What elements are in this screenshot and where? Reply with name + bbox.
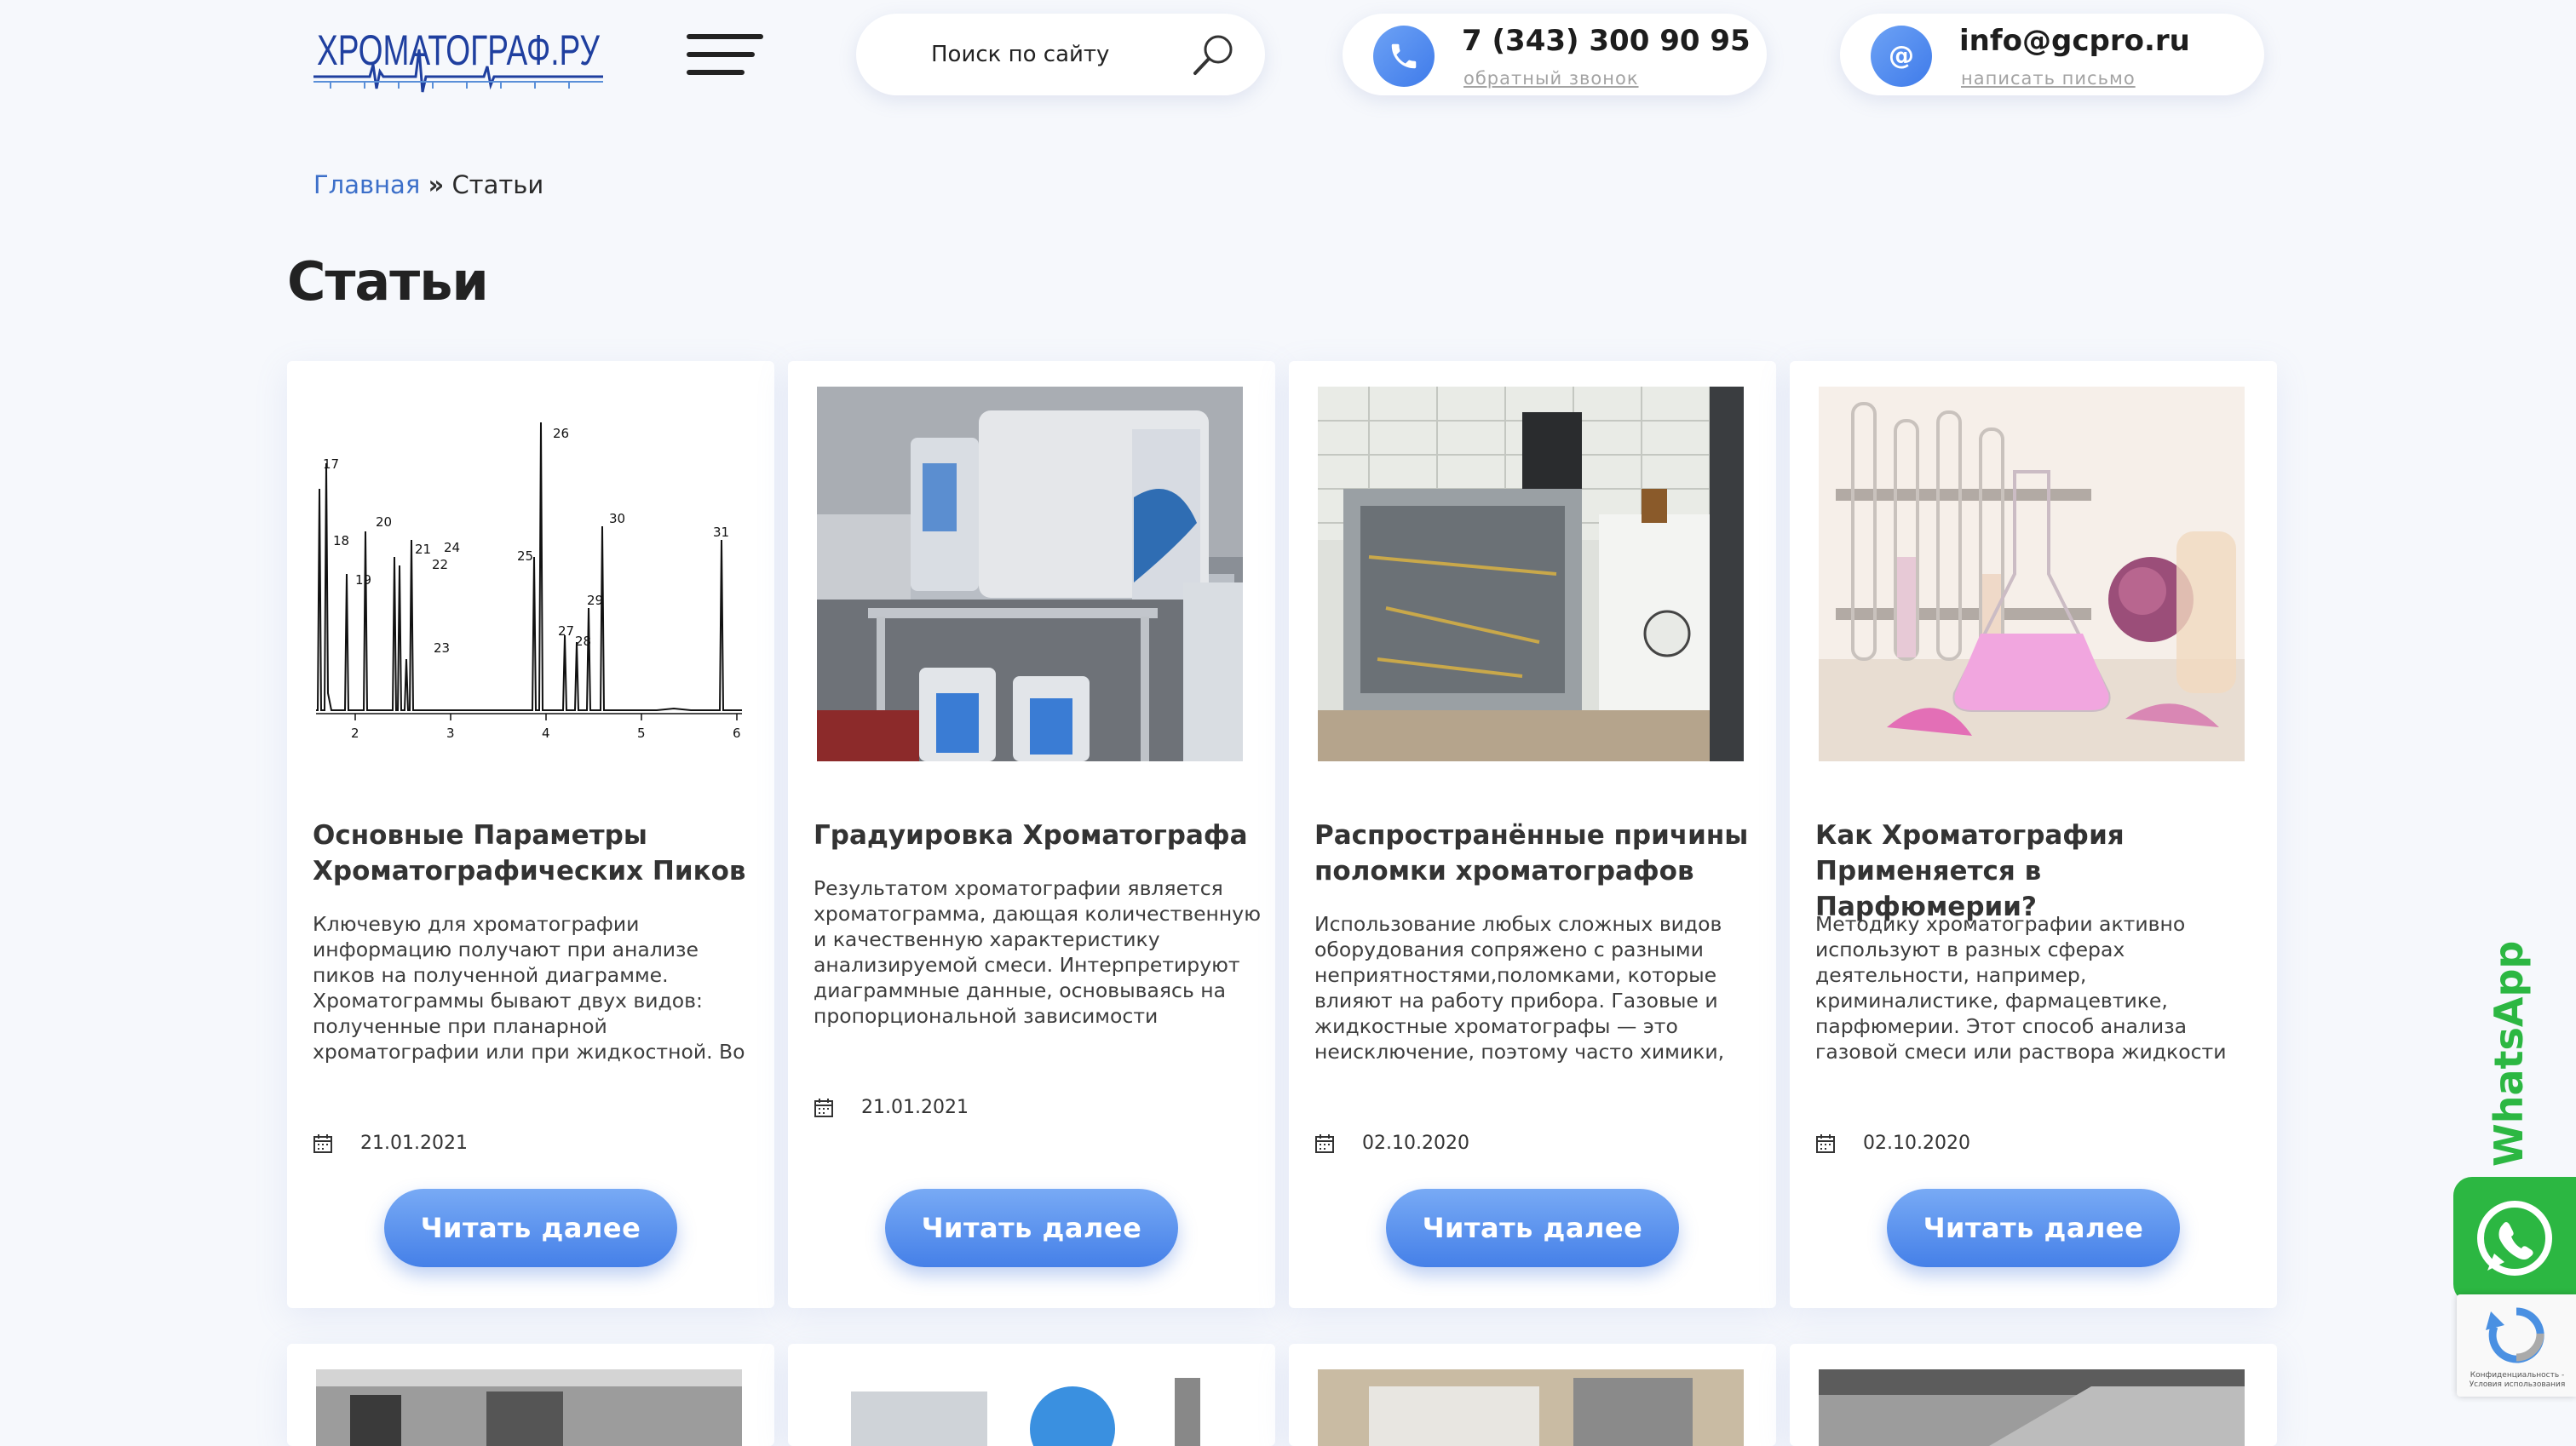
- svg-text:ХРОМАТОГРАФ.РУ: ХРОМАТОГРАФ.РУ: [317, 26, 600, 74]
- article-date-text: 21.01.2021: [861, 1097, 969, 1118]
- article-excerpt: Методику хроматографии активно использую…: [1815, 912, 2261, 1066]
- email-address[interactable]: info@gcpro.ru: [1959, 24, 2190, 58]
- calendar-icon: [814, 1098, 833, 1117]
- burger-line: [687, 34, 763, 39]
- peak-label: 28: [575, 634, 591, 649]
- breadcrumb-current: Статьи: [451, 170, 544, 199]
- article-date: 21.01.2021: [814, 1097, 969, 1118]
- peak-label: 23: [434, 640, 450, 656]
- breadcrumb-separator: »: [428, 170, 445, 199]
- article-excerpt: Ключевую для хроматографии информацию по…: [313, 912, 745, 1066]
- whatsapp-label[interactable]: WhatsApp: [2486, 941, 2532, 1167]
- article-title[interactable]: Распространённые причины поломки хромато…: [1314, 818, 1757, 889]
- site-logo[interactable]: ХРОМАТОГРАФ.РУ: [313, 15, 603, 97]
- recaptcha-terms[interactable]: Конфиденциальность - Условия использован…: [2462, 1371, 2573, 1390]
- x-tick-label: 4: [542, 726, 550, 741]
- phone-number[interactable]: 7 (343) 300 90 95: [1462, 24, 1751, 58]
- calendar-icon: [1816, 1133, 1835, 1153]
- email-contact[interactable]: @ info@gcpro.ru написать письмо: [1840, 14, 2264, 95]
- read-more-button[interactable]: Читать далее: [1887, 1189, 2180, 1267]
- callback-link[interactable]: обратный звонок: [1463, 68, 1639, 89]
- peak-label: 22: [432, 557, 448, 572]
- phone-icon: [1373, 26, 1435, 87]
- menu-burger-button[interactable]: [687, 34, 763, 77]
- at-sign-icon: @: [1871, 26, 1932, 87]
- breadcrumb: Главная » Статьи: [313, 170, 543, 199]
- burger-line: [687, 70, 745, 75]
- article-card: Распространённые причины поломки хромато…: [1289, 361, 1776, 1308]
- phone-contact[interactable]: 7 (343) 300 90 95 обратный звонок: [1343, 14, 1767, 95]
- article-image[interactable]: [316, 1369, 742, 1446]
- article-card: [287, 1344, 774, 1446]
- read-more-button[interactable]: Читать далее: [384, 1189, 677, 1267]
- peak-label: 31: [713, 525, 729, 540]
- article-date-text: 02.10.2020: [1863, 1133, 1970, 1154]
- article-card: [1289, 1344, 1776, 1446]
- recaptcha-icon: [2486, 1307, 2544, 1363]
- x-tick-label: 3: [446, 726, 455, 741]
- article-card: [788, 1344, 1275, 1446]
- page-title: Статьи: [287, 250, 489, 313]
- article-excerpt: Использование любых сложных видов оборуд…: [1314, 912, 1759, 1066]
- article-card: Градуировка Хроматографа Результатом хро…: [788, 361, 1275, 1308]
- peak-label: 18: [333, 533, 349, 548]
- calendar-icon: [1315, 1133, 1334, 1153]
- article-date: 21.01.2021: [313, 1133, 468, 1154]
- peak-label: 21: [415, 542, 431, 557]
- article-date-text: 21.01.2021: [360, 1133, 468, 1154]
- article-card: 17 18 19 20 21 22 23 24 25 26 27 28 29 3…: [287, 361, 774, 1308]
- peak-label: 25: [517, 548, 533, 564]
- article-image[interactable]: [1318, 1369, 1744, 1446]
- x-tick-label: 6: [733, 726, 741, 741]
- article-image[interactable]: [1819, 1369, 2245, 1446]
- whatsapp-button[interactable]: [2453, 1177, 2576, 1303]
- search-input[interactable]: Поиск по сайту: [931, 14, 1109, 95]
- peak-label: 29: [587, 593, 603, 608]
- article-title[interactable]: Градуировка Хроматографа: [814, 818, 1256, 853]
- peak-label: 27: [558, 623, 574, 639]
- article-date: 02.10.2020: [1815, 1133, 1970, 1154]
- peak-label: 17: [323, 456, 339, 472]
- article-date-text: 02.10.2020: [1362, 1133, 1469, 1154]
- peak-label: 20: [376, 514, 392, 530]
- read-more-button[interactable]: Читать далее: [1386, 1189, 1679, 1267]
- article-card: [1790, 1344, 2277, 1446]
- chromatograph-photo[interactable]: [817, 387, 1243, 761]
- x-tick-label: 2: [351, 726, 359, 741]
- article-card: Как Хроматография Применяется в Парфюмер…: [1790, 361, 2277, 1308]
- peak-label: 24: [444, 540, 460, 555]
- whatsapp-icon: [2477, 1201, 2552, 1276]
- burger-line: [687, 52, 755, 57]
- chromatogram-image[interactable]: 17 18 19 20 21 22 23 24 25 26 27 28 29 3…: [316, 387, 742, 761]
- instrument-repair-photo[interactable]: [1318, 387, 1744, 761]
- write-letter-link[interactable]: написать письмо: [1961, 68, 2136, 89]
- article-title[interactable]: Основные Параметры Хроматографических Пи…: [313, 818, 756, 889]
- recaptcha-badge[interactable]: Конфиденциальность - Условия использован…: [2457, 1294, 2576, 1397]
- search-icon[interactable]: [1192, 32, 1236, 77]
- article-image[interactable]: [817, 1369, 1243, 1446]
- search-box[interactable]: Поиск по сайту: [856, 14, 1265, 95]
- read-more-button[interactable]: Читать далее: [885, 1189, 1178, 1267]
- article-date: 02.10.2020: [1314, 1133, 1469, 1154]
- svg-text:@: @: [1889, 41, 1914, 71]
- perfume-photo[interactable]: [1819, 387, 2245, 761]
- peak-label: 26: [553, 426, 569, 441]
- peak-label: 19: [355, 572, 371, 588]
- x-tick-label: 5: [637, 726, 646, 741]
- peak-label: 30: [609, 511, 625, 526]
- breadcrumb-home-link[interactable]: Главная: [313, 170, 420, 199]
- article-title[interactable]: Как Хроматография Применяется в Парфюмер…: [1815, 818, 2258, 925]
- calendar-icon: [313, 1133, 332, 1153]
- article-excerpt: Результатом хроматографии является хрома…: [814, 876, 1262, 1030]
